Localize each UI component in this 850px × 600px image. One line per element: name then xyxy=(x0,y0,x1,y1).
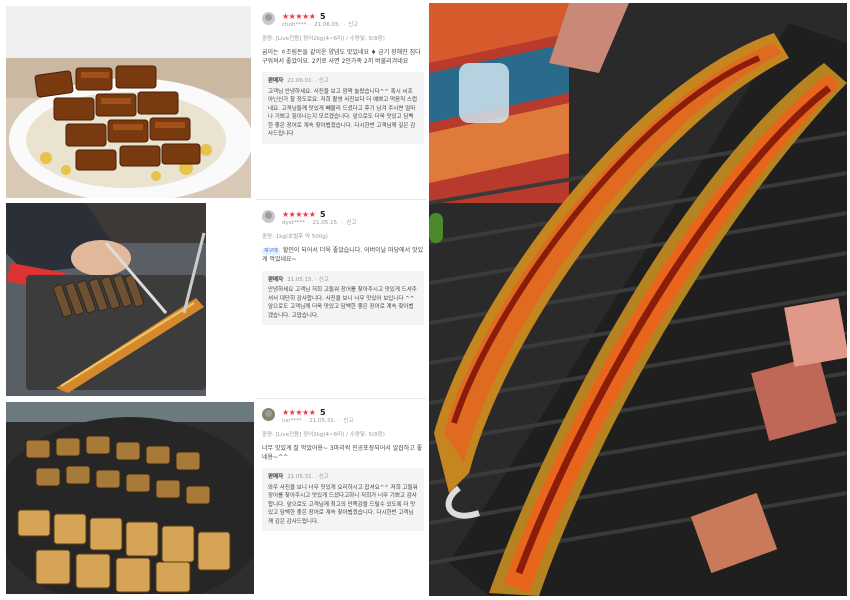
reply-text: 와우 사진을 보니 너무 맛있게 요리하시고 잡셔요^^ 저희 고들워 장어를 … xyxy=(268,484,418,525)
seller-reply: 판매자 21.05.31. · 신고 와우 사진을 보니 너무 맛있게 요리하시고… xyxy=(262,468,424,532)
eel-rice-bowl-photo[interactable] xyxy=(6,58,251,198)
avatar xyxy=(262,408,275,421)
reviewer-id: choh**** xyxy=(282,22,307,28)
review-date: 21.06.05. xyxy=(314,22,341,28)
seller-reply: 판매자 21.06.01. · 신고 고객님 안녕하세요. 사진을 보고 깜짝 놀… xyxy=(262,72,424,144)
review-divider xyxy=(256,199,426,200)
review-text: 굽이는 ㅎ조림돈들 같이운 양념도 맛있네요 ♦ 금기 장해진 짐다 구워져서 … xyxy=(262,48,421,65)
report-link[interactable]: 신고 xyxy=(319,474,329,480)
reply-date: 21.05.31. xyxy=(287,474,314,481)
purchase-option: 중량: [Live전용] 장어2kg(4~6미) / 수량및: 5(8장) xyxy=(262,432,385,438)
reply-date: 21.05.15. xyxy=(287,276,314,283)
seller-name: 판매자 xyxy=(268,474,284,481)
seller-name: 판매자 xyxy=(268,78,284,85)
review-item: ★★★★★ 5 lun**** · 21.05.31. · 신고 중량: [Live전용… xyxy=(262,406,424,532)
reply-date: 21.06.01. xyxy=(287,78,314,85)
report-link[interactable]: 신고 xyxy=(348,22,358,28)
avatar xyxy=(262,12,275,25)
seller-name: 판매자 xyxy=(268,276,284,283)
review-date: 21.05.31. xyxy=(309,418,336,424)
review-meta: choh**** · 21.06.05. · 신고 xyxy=(282,22,359,28)
review-item: ★★★★★ 5 choh**** · 21.06.05. · 신고 중량: [Live전… xyxy=(262,10,424,144)
reply-text: 안녕하세요 고객님 저희 고들워 장어를 찾아주시고 맛있게 드셔주셔서 대단히… xyxy=(268,287,417,319)
reply-text: 고객님 안녕하세요. 사진을 보고 깜짝 놀랐습니다^^ 혹시 씨프 아닌신가 … xyxy=(268,88,418,138)
cutting-eel-with-scissors-photo[interactable] xyxy=(6,203,206,396)
purchase-option: 중량: 1kg(초벌후 약 500g) xyxy=(262,234,328,240)
reviewer-id: lun**** xyxy=(282,418,302,424)
review-date: 21.05.15. xyxy=(312,220,339,226)
report-link[interactable]: 신고 xyxy=(319,78,329,84)
reviewer-id: dyst**** xyxy=(282,220,305,226)
review-text: 너무 맛있게 잘 먹었어용~ 3마리씩 진공포장되어서 알잡하고 좋네용~^^ xyxy=(262,444,423,461)
seller-reply: 판매자 21.05.15. · 신고 안녕하세요 고객님 저희 고들워 장어를 찾… xyxy=(262,270,424,326)
review-meta: dyst**** · 21.05.15. · 신고 xyxy=(282,220,357,226)
avatar xyxy=(262,210,275,223)
review-divider xyxy=(256,398,426,399)
review-meta: lun**** · 21.05.31. · 신고 xyxy=(282,418,354,424)
review-item: ★★★★★ 5 dyst**** · 21.05.15. · 신고 중량: 1kg(초벌… xyxy=(262,208,424,326)
report-link[interactable]: 신고 xyxy=(347,220,357,226)
repurchase-badge: 재구매 xyxy=(262,247,280,256)
large-eel-on-grill-photo[interactable] xyxy=(429,3,847,596)
report-link[interactable]: 신고 xyxy=(343,418,353,424)
report-link[interactable]: 신고 xyxy=(319,277,329,283)
purchase-option: 중량: [Live전용] 장어2kg(4~6미) / 수량및: 5(8장) xyxy=(262,36,385,42)
review-text: 할인이 되어서 더욱 좋았습니다. 어버이날 마당에서 맛있게 먹었네요~ xyxy=(262,246,424,264)
grilled-eel-pieces-photo[interactable] xyxy=(6,402,254,594)
photo-placeholder xyxy=(6,6,251,58)
